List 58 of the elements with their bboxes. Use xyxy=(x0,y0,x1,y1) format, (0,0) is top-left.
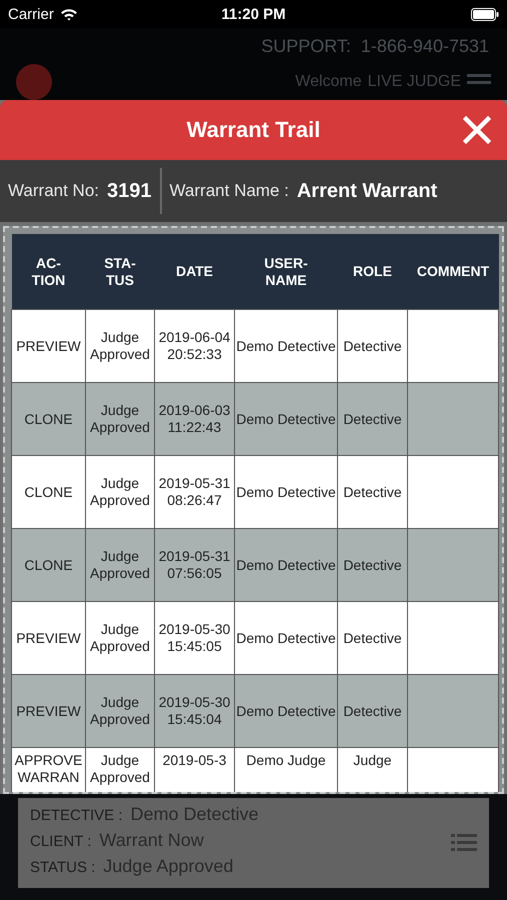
table-cell: 2019-06-03 11:22:43 xyxy=(154,382,234,456)
table-cell: Demo Detective xyxy=(234,310,338,382)
detail-label: DETECTIVE : xyxy=(30,807,123,824)
table-cell: CLONE xyxy=(12,528,86,602)
table-cell: Detective xyxy=(338,310,408,382)
warrant-no-value: 3191 xyxy=(107,180,152,202)
table-cell: Judge Approved xyxy=(86,602,154,674)
table-cell: Demo Detective xyxy=(234,382,338,456)
support-label: SUPPORT: xyxy=(261,36,351,56)
table-cell: Judge Approved xyxy=(86,310,154,382)
column-header: USER- NAME xyxy=(234,234,338,310)
warrant-name-value: Arrent Warrant xyxy=(296,180,438,202)
column-header: STA- TUS xyxy=(86,234,154,310)
detail-value: Demo Detective xyxy=(130,804,259,825)
column-header: ROLE xyxy=(338,234,408,310)
modal-title: Warrant Trail xyxy=(186,117,320,143)
table-cell: Detective xyxy=(338,674,408,748)
support-phone[interactable]: 1-866-940-7531 xyxy=(360,36,489,56)
table-cell: Judge Approved xyxy=(86,456,154,528)
table-cell: Detective xyxy=(338,602,408,674)
detail-value: Warrant Now xyxy=(99,830,204,851)
table-cell: 2019-05-31 08:26:47 xyxy=(154,456,234,528)
table-cell: Judge Approved xyxy=(86,382,154,456)
column-header: COMMENT xyxy=(408,234,498,310)
table-cell: PREVIEW xyxy=(12,310,86,382)
detail-label: CLIENT : xyxy=(30,833,92,850)
table-cell: 2019-05-30 15:45:04 xyxy=(154,674,234,748)
table-cell: Judge Approved xyxy=(86,674,154,748)
table-cell: CLONE xyxy=(12,382,86,456)
welcome-label: Welcome xyxy=(295,73,362,91)
table-cell: Judge Approved xyxy=(86,748,154,792)
table-cell: 2019-05-3 xyxy=(154,748,234,792)
detail-label: STATUS : xyxy=(30,859,96,876)
column-header: DATE xyxy=(154,234,234,310)
warrant-name-label: Warrant Name : xyxy=(170,181,289,201)
table-cell: Judge Approved xyxy=(86,528,154,602)
table-cell: APPROVE WARRAN xyxy=(12,748,86,792)
table-cell: Judge xyxy=(338,748,408,792)
carrier-name: Carrier xyxy=(8,6,54,22)
table-cell: Demo Detective xyxy=(234,674,338,748)
user-name: LIVE JUDGE xyxy=(368,73,461,91)
column-header: AC- TION xyxy=(12,234,86,310)
table-cell: 2019-05-31 07:56:05 xyxy=(154,528,234,602)
table-cell: 2019-06-04 20:52:33 xyxy=(154,310,234,382)
detail-value: Judge Approved xyxy=(103,856,234,877)
table-cell: Detective xyxy=(338,528,408,602)
table-cell: 2019-05-30 15:45:05 xyxy=(154,602,234,674)
table-cell: Demo Detective xyxy=(234,602,338,674)
table-cell: Demo Detective xyxy=(234,528,338,602)
clock-time: 11:20 PM xyxy=(221,6,286,22)
table-cell: Demo Detective xyxy=(234,456,338,528)
table-cell: Detective xyxy=(338,456,408,528)
table-cell: CLONE xyxy=(12,456,86,528)
table-cell: Demo Judge xyxy=(234,748,338,792)
table-cell: PREVIEW xyxy=(12,674,86,748)
warrant-no-label: Warrant No: xyxy=(8,181,100,201)
table-cell: PREVIEW xyxy=(12,602,86,674)
table-cell: Detective xyxy=(338,382,408,456)
